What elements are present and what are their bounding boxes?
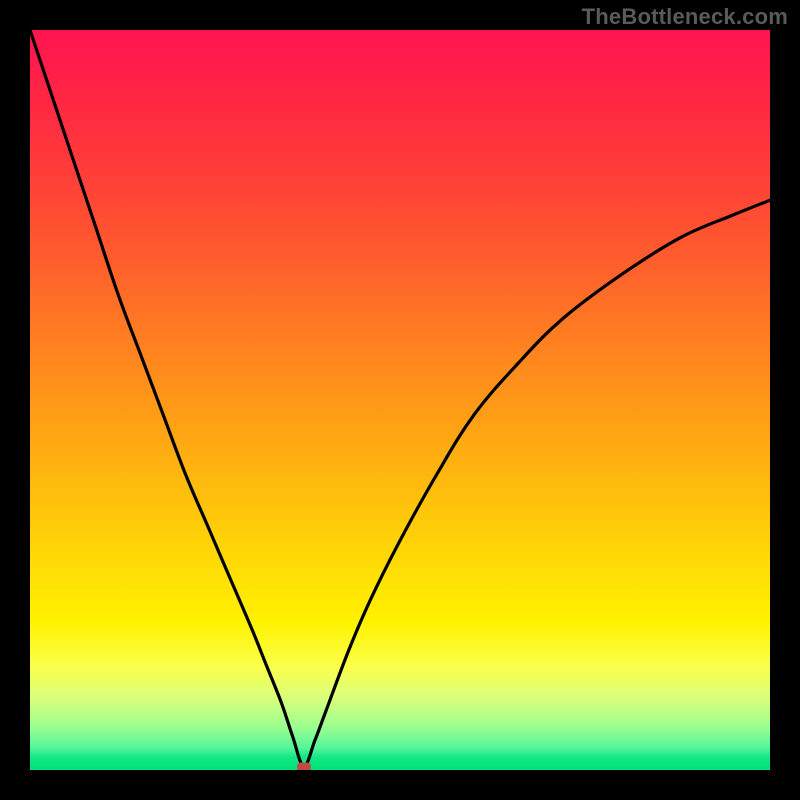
- plot-area: [30, 30, 770, 770]
- curve-svg: [30, 30, 770, 770]
- minimum-marker: [297, 763, 311, 771]
- curve-path: [30, 30, 770, 766]
- watermark-text: TheBottleneck.com: [582, 4, 788, 30]
- chart-frame: TheBottleneck.com: [0, 0, 800, 800]
